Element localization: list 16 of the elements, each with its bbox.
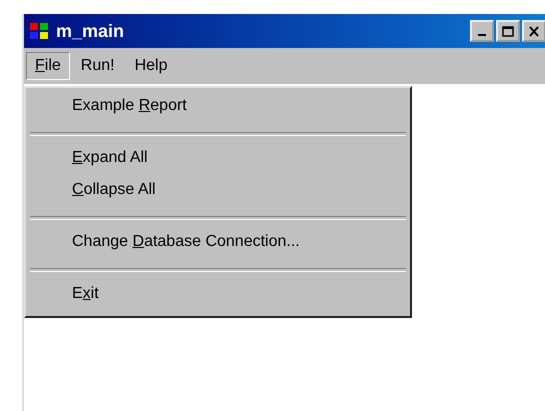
menu-item[interactable]: Help — [126, 52, 176, 80]
close-button[interactable] — [522, 20, 545, 42]
window-title: m_main — [56, 20, 126, 42]
menu-item[interactable]: File — [26, 52, 70, 80]
menu-option[interactable]: Example Report — [26, 92, 410, 124]
minimize-icon — [478, 34, 486, 36]
maximize-button[interactable] — [496, 20, 520, 42]
menu-option[interactable]: Change Database Connection... — [26, 228, 410, 260]
minimize-button[interactable] — [470, 20, 494, 42]
menu-item[interactable]: Run! — [72, 52, 124, 80]
menu-option[interactable]: Collapse All — [26, 176, 410, 208]
menu-option[interactable]: Expand All — [26, 144, 410, 176]
close-icon — [528, 26, 540, 36]
windows-flag-icon — [28, 20, 50, 42]
menu-option[interactable]: Exit — [26, 280, 410, 312]
maximize-icon — [502, 26, 514, 36]
